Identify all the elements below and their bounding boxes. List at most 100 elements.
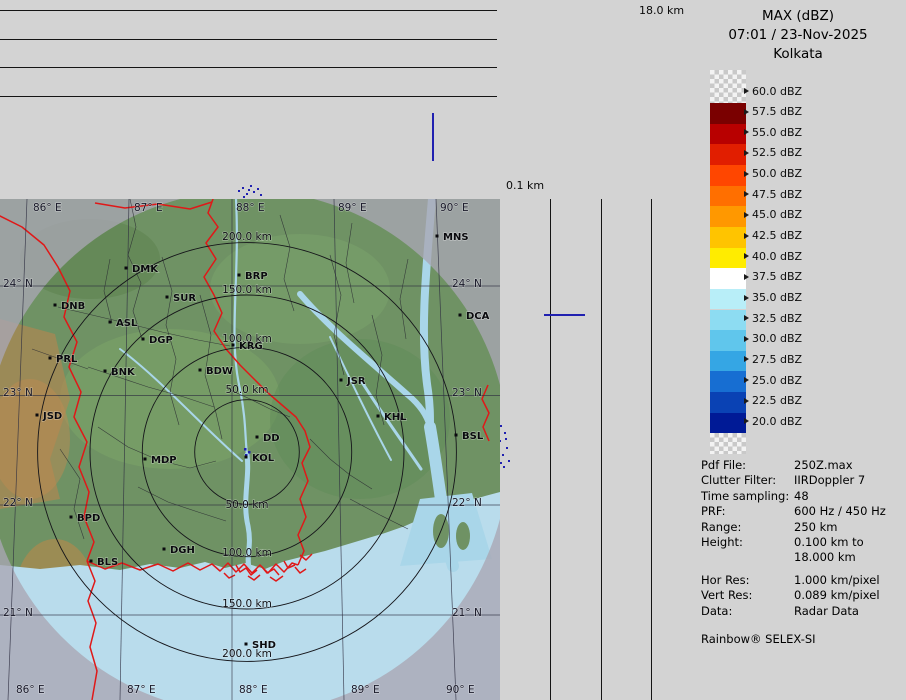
- legend-label: 32.5 dBZ: [744, 311, 802, 325]
- legend-pointer-icon: [744, 109, 749, 115]
- svg-text:SUR: SUR: [173, 293, 196, 304]
- echo-speckle: [238, 190, 240, 192]
- svg-text:22° N: 22° N: [3, 497, 33, 509]
- svg-text:DCA: DCA: [466, 311, 490, 322]
- legend-swatch: [710, 248, 746, 269]
- radar-map: 86° E87° E88° E89° E90° E86° E87° E88° E…: [0, 199, 500, 700]
- svg-text:MDP: MDP: [151, 455, 177, 466]
- svg-text:DGH: DGH: [170, 545, 195, 556]
- svg-text:86° E: 86° E: [33, 202, 62, 214]
- echo-speckle: [504, 432, 506, 434]
- svg-text:21° N: 21° N: [452, 607, 482, 619]
- svg-text:DNB: DNB: [61, 301, 85, 312]
- svg-text:BSL: BSL: [462, 431, 484, 442]
- legend-pointer-icon: [744, 88, 749, 94]
- height-gridline-top: [0, 10, 497, 11]
- product-title: MAX (dBZ): [690, 7, 906, 26]
- metadata-row: Pdf File:250Z.max: [701, 458, 906, 473]
- legend-swatch: [710, 165, 746, 186]
- radar-map-canvas: 86° E87° E88° E89° E90° E86° E87° E88° E…: [0, 199, 500, 700]
- brand-line: Rainbow® SELEX-SI: [701, 632, 906, 647]
- radar-station-name: Kolkata: [690, 45, 906, 64]
- legend-swatch: [710, 268, 746, 289]
- echo-speckle: [242, 187, 244, 189]
- svg-text:DMK: DMK: [132, 264, 159, 275]
- product-datetime: 07:01 / 23-Nov-2025: [690, 26, 906, 45]
- svg-text:22° N: 22° N: [452, 497, 482, 509]
- metadata-row: Data:Radar Data: [701, 604, 906, 619]
- svg-text:23° N: 23° N: [3, 387, 33, 399]
- legend-label: 20.0 dBZ: [744, 414, 802, 428]
- height-gridline: [601, 199, 602, 700]
- svg-text:BPD: BPD: [77, 513, 100, 524]
- legend-swatch: [710, 289, 746, 310]
- legend-label: 57.5 dBZ: [744, 105, 802, 119]
- legend-pointer-icon: [744, 212, 749, 218]
- legend-label: 35.0 dBZ: [744, 291, 802, 305]
- echo-speckle: [500, 425, 502, 427]
- legend-swatch: [710, 227, 746, 248]
- echo-speckle: [503, 466, 505, 468]
- height-gridline: [0, 39, 497, 40]
- echo-speckle: [246, 193, 248, 195]
- metadata-row: 18.000 km: [701, 550, 906, 565]
- legend-pointer-icon: [744, 274, 749, 280]
- legend-label: 52.5 dBZ: [744, 146, 802, 160]
- legend-swatch: [710, 392, 746, 413]
- svg-text:50.0 km: 50.0 km: [225, 384, 268, 396]
- legend-pointer-icon: [744, 191, 749, 197]
- legend-bar: [710, 70, 746, 456]
- svg-text:BRP: BRP: [245, 271, 268, 282]
- svg-text:DGP: DGP: [149, 335, 173, 346]
- svg-text:KRG: KRG: [239, 341, 263, 352]
- metadata-row: Clutter Filter:IIRDoppler 7: [701, 473, 906, 488]
- svg-text:KOL: KOL: [252, 453, 275, 464]
- legend-label: 37.5 dBZ: [744, 270, 802, 284]
- svg-text:24° N: 24° N: [452, 278, 482, 290]
- svg-text:DD: DD: [263, 433, 280, 444]
- svg-text:ASL: ASL: [116, 318, 138, 329]
- legend-label: 55.0 dBZ: [744, 125, 802, 139]
- legend-transparent-swatch: [710, 70, 746, 103]
- legend-swatch: [710, 144, 746, 165]
- height-gridline: [0, 67, 497, 68]
- legend-swatch: [710, 371, 746, 392]
- legend-pointer-icon: [744, 295, 749, 301]
- metadata: Pdf File:250Z.maxClutter Filter:IIRDoppl…: [701, 458, 906, 647]
- svg-text:200.0 km: 200.0 km: [222, 231, 272, 243]
- legend-swatch: [710, 310, 746, 331]
- echo-speckle: [508, 460, 510, 462]
- metadata-row: PRF:600 Hz / 450 Hz: [701, 504, 906, 519]
- svg-text:PRL: PRL: [56, 354, 78, 365]
- svg-text:JSD: JSD: [42, 411, 62, 422]
- legend-swatch: [710, 330, 746, 351]
- echo-speckle: [248, 189, 250, 191]
- echo-speckle: [257, 188, 259, 190]
- top-max-height-label: 18.0 km: [639, 4, 684, 17]
- svg-text:89° E: 89° E: [338, 202, 367, 214]
- legend-pointer-icon: [744, 418, 749, 424]
- svg-text:21° N: 21° N: [3, 607, 33, 619]
- legend-swatch: [710, 103, 746, 124]
- echo-speckle: [505, 438, 507, 440]
- legend-pointer-icon: [744, 171, 749, 177]
- metadata-row: Height:0.100 km to: [701, 535, 906, 550]
- svg-text:150.0 km: 150.0 km: [222, 284, 272, 296]
- legend-pointer-icon: [744, 398, 749, 404]
- legend-label: 22.5 dBZ: [744, 394, 802, 408]
- svg-text:MNS: MNS: [443, 232, 469, 243]
- svg-text:24° N: 24° N: [3, 278, 33, 290]
- echo-speckle: [260, 194, 262, 196]
- legend-label: 25.0 dBZ: [744, 373, 802, 387]
- echo-speckle: [506, 447, 508, 449]
- metadata-row: Vert Res:0.089 km/pixel: [701, 588, 906, 603]
- legend-pointer-icon: [744, 336, 749, 342]
- metadata-rows: Pdf File:250Z.maxClutter Filter:IIRDoppl…: [701, 458, 906, 619]
- echo-speckle: [502, 454, 504, 456]
- svg-text:150.0 km: 150.0 km: [222, 598, 272, 610]
- side-min-height-label: 0.1 km: [506, 179, 544, 192]
- svg-text:50.0 km: 50.0 km: [225, 499, 268, 511]
- echo-speckle: [500, 462, 502, 464]
- svg-text:87° E: 87° E: [134, 202, 163, 214]
- height-gridline: [550, 199, 551, 700]
